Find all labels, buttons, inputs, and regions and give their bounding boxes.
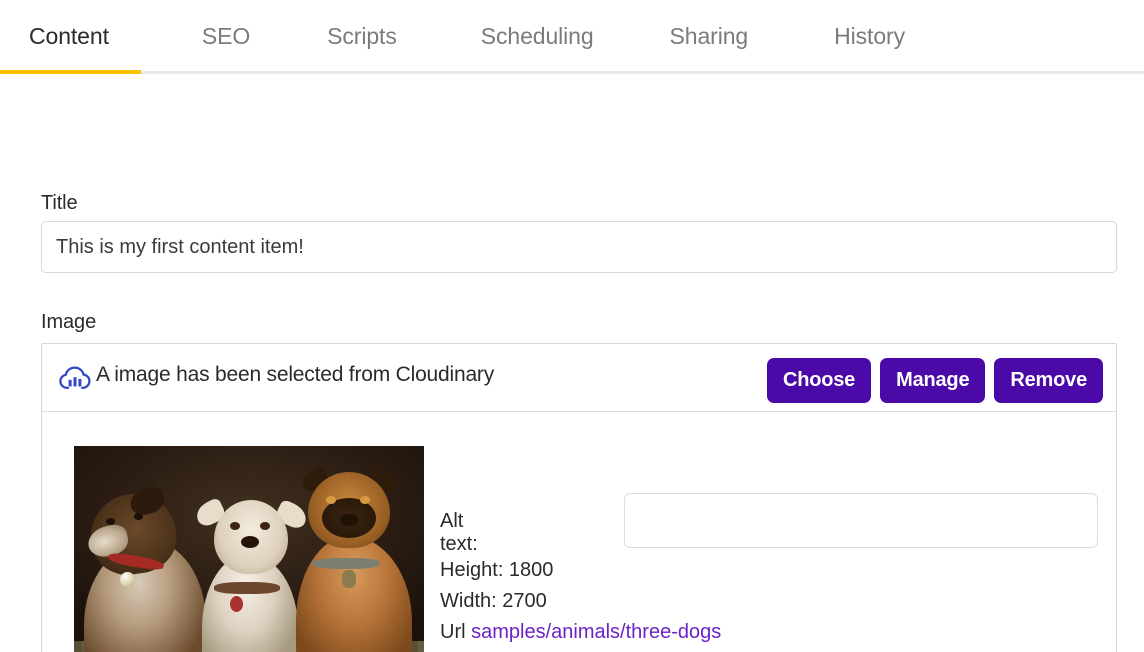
url-label: Url <box>440 621 466 643</box>
dog-right-nose <box>340 514 358 526</box>
title-field-label: Title <box>41 192 78 214</box>
tab-history[interactable]: History <box>834 0 905 72</box>
manage-button[interactable]: Manage <box>880 358 986 403</box>
image-card-body: Alt text: Height: 1800 Width: 2700 Url s… <box>42 412 1116 652</box>
image-selected-status: A image has been selected from Cloudinar… <box>96 363 495 386</box>
cloudinary-cloud-icon <box>59 364 91 392</box>
image-width-value: Width: 2700 <box>440 590 547 612</box>
dog-right-eye-2 <box>360 496 370 504</box>
dog-center-eye-1 <box>230 522 240 530</box>
image-card: A image has been selected from Cloudinar… <box>41 343 1117 652</box>
dog-left-tag <box>120 572 135 587</box>
tab-sharing[interactable]: Sharing <box>670 0 749 72</box>
remove-button[interactable]: Remove <box>994 358 1103 403</box>
tab-list: Content SEO Scripts Scheduling Sharing H… <box>0 0 905 72</box>
tab-scheduling[interactable]: Scheduling <box>481 0 594 72</box>
image-preview-thumbnail[interactable] <box>74 446 424 652</box>
alt-text-label: Alt text: <box>440 510 478 555</box>
tab-seo[interactable]: SEO <box>202 0 250 72</box>
tab-scripts[interactable]: Scripts <box>327 0 397 72</box>
image-card-header: A image has been selected from Cloudinar… <box>42 344 1116 412</box>
image-url-row: Url samples/animals/three-dogs <box>440 621 721 644</box>
dog-right-tag <box>342 570 356 588</box>
image-field-label: Image <box>41 311 97 333</box>
active-tab-indicator <box>0 70 141 74</box>
title-input[interactable] <box>41 221 1117 273</box>
image-height-value: Height: 1800 <box>440 559 554 581</box>
alt-text-input[interactable] <box>624 493 1098 548</box>
dog-center-collar <box>214 582 280 594</box>
choose-button[interactable]: Choose <box>766 358 872 403</box>
tab-content[interactable]: Content <box>29 0 109 72</box>
dog-left-eye-2 <box>134 513 143 520</box>
dog-center-eye-2 <box>260 522 270 530</box>
image-url-link[interactable]: samples/animals/three-dogs <box>471 621 721 643</box>
tab-bar-divider <box>0 71 1144 74</box>
dog-left-eye-1 <box>106 518 115 525</box>
dog-center-tag <box>230 596 243 612</box>
dog-center-nose <box>241 536 259 548</box>
dog-right-collar <box>312 558 380 569</box>
dog-right-eye-1 <box>326 496 336 504</box>
image-actions: Choose Manage Remove <box>766 358 1103 403</box>
tab-bar: Content SEO Scripts Scheduling Sharing H… <box>0 0 1144 78</box>
